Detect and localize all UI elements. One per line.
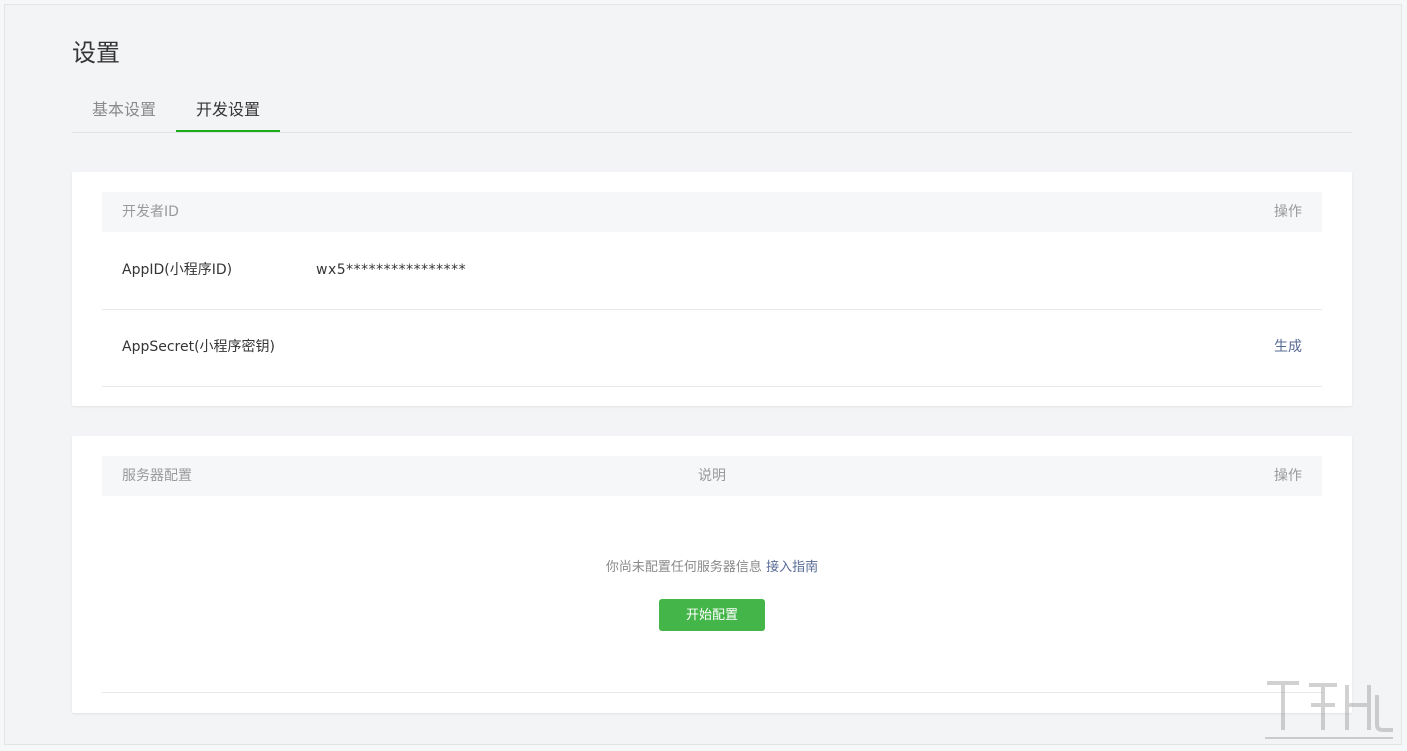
server-config-empty-state: 你尚未配置任何服务器信息 接入指南 开始配置 <box>102 496 1322 693</box>
server-config-card: 说明 服务器配置 操作 你尚未配置任何服务器信息 接入指南 开始配置 <box>72 436 1352 713</box>
header-action: 操作 <box>1274 204 1302 220</box>
generate-secret-link[interactable]: 生成 <box>1274 309 1302 386</box>
watermark-logo <box>1265 681 1393 739</box>
header-server-config: 服务器配置 <box>122 468 192 484</box>
appsecret-label: AppSecret(小程序密钥) <box>122 339 276 355</box>
header-description: 说明 <box>698 468 726 484</box>
empty-message-text: 你尚未配置任何服务器信息 <box>605 560 762 575</box>
page-title: 设置 <box>72 39 120 67</box>
developer-id-card: 开发者ID 操作 AppID(小程序ID) wx5***************… <box>72 172 1352 406</box>
appid-label: AppID(小程序ID) <box>122 262 233 278</box>
table-row-appsecret: AppSecret(小程序密钥) 生成 <box>102 309 1322 387</box>
tab-dev-settings[interactable]: 开发设置 <box>176 95 280 132</box>
appid-value: wx5**************** <box>316 262 467 278</box>
table-row-appid: AppID(小程序ID) wx5**************** <box>102 232 1322 310</box>
tab-basic-settings[interactable]: 基本设置 <box>72 95 176 131</box>
server-config-table-header: 说明 服务器配置 操作 <box>102 456 1322 496</box>
start-config-button[interactable]: 开始配置 <box>659 599 765 631</box>
developer-id-table-header: 开发者ID 操作 <box>102 192 1322 232</box>
guide-link[interactable]: 接入指南 <box>766 560 818 575</box>
empty-message: 你尚未配置任何服务器信息 接入指南 <box>102 556 1322 580</box>
header-developer-id: 开发者ID <box>122 204 179 220</box>
tab-bar: 基本设置 开发设置 <box>72 95 1352 133</box>
settings-page: 设置 基本设置 开发设置 开发者ID 操作 AppID(小程序ID) wx5**… <box>4 4 1402 745</box>
header-action: 操作 <box>1274 468 1302 484</box>
